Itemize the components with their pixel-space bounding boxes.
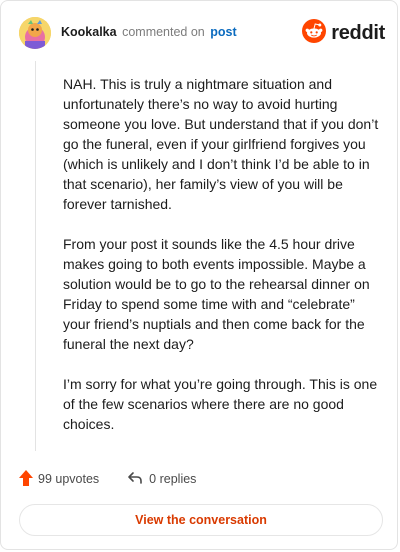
comment-footer: 99 upvotes 0 replies <box>19 469 196 489</box>
comment-paragraph: I’m sorry for what you’re going through.… <box>63 376 378 432</box>
comment-card: Kookalka commented on post reddit NAH. T… <box>0 0 398 550</box>
reply-arrow-icon <box>127 471 149 488</box>
thread-line <box>35 61 36 451</box>
user-avatar[interactable] <box>19 17 51 49</box>
comment-body: NAH. This is truly a nightmare situation… <box>63 74 381 454</box>
view-conversation-button[interactable]: View the conversation <box>19 504 383 536</box>
comment-paragraph: From your post it sounds like the 4.5 ho… <box>63 236 370 352</box>
username[interactable]: Kookalka <box>61 25 117 39</box>
reply-button[interactable]: 0 replies <box>127 471 196 488</box>
comment-header: Kookalka commented on post reddit <box>19 17 385 51</box>
upvote-button[interactable]: 99 upvotes <box>19 469 100 489</box>
comment-paragraph: NAH. This is truly a nightmare situation… <box>63 76 379 212</box>
reply-count: 0 replies <box>149 472 197 486</box>
reddit-wordmark: reddit <box>331 21 385 44</box>
comment-meta: Kookalka commented on post <box>61 25 237 39</box>
upvote-arrow-icon <box>19 469 38 489</box>
reddit-logo[interactable]: reddit <box>302 18 385 48</box>
upvote-count: 99 upvotes <box>38 472 100 486</box>
post-link[interactable]: post <box>210 25 236 39</box>
reddit-snoo-icon <box>302 18 327 48</box>
action-text: commented on <box>122 25 205 39</box>
